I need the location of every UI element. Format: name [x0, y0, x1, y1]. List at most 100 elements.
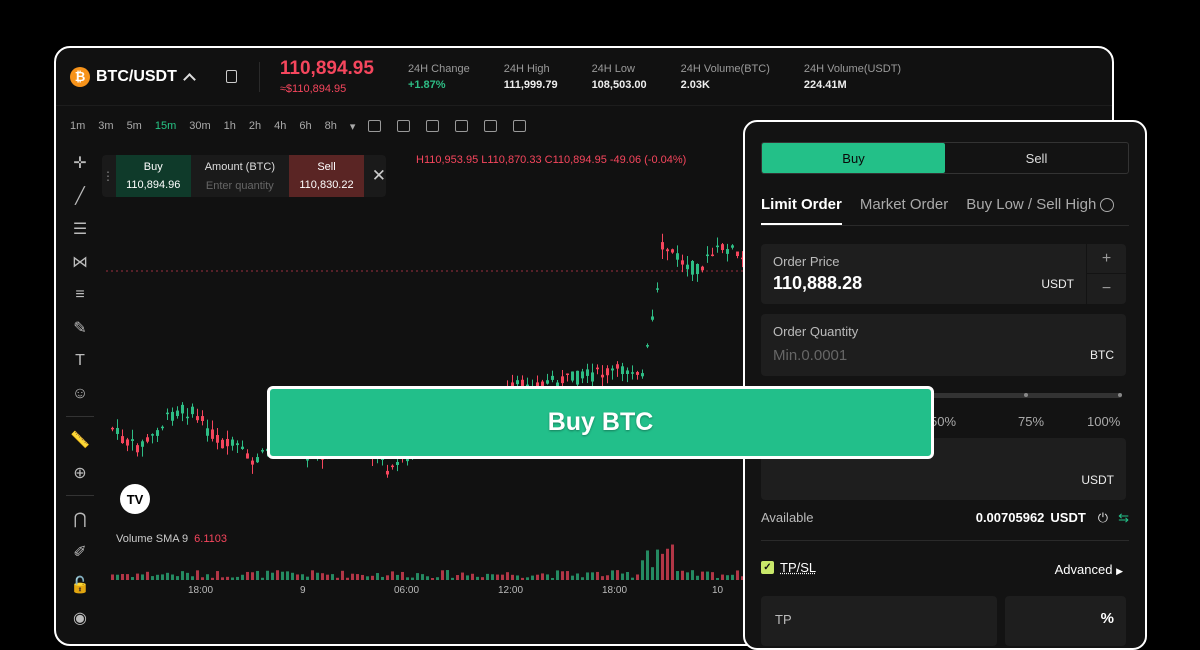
lock-icon[interactable]: 🔓 [66, 574, 94, 596]
volume-bar [216, 571, 219, 580]
trend-line-icon[interactable]: ╱ [66, 185, 94, 207]
order-price-field[interactable]: Order Price 110,888.28 USDT + − [761, 244, 1126, 304]
divider [66, 416, 94, 417]
indicators-icon[interactable] [397, 120, 411, 132]
emoji-icon[interactable]: ☺ [66, 383, 94, 405]
candle [736, 251, 739, 257]
volume-bar [136, 573, 139, 580]
text-icon[interactable]: T [66, 350, 94, 372]
interval-2h[interactable]: 2h [249, 120, 261, 132]
plus-icon[interactable]: + [1087, 244, 1126, 274]
minus-icon[interactable]: − [1087, 274, 1126, 304]
advanced-link[interactable]: Advanced ▶ [1055, 562, 1123, 577]
list-icon[interactable] [455, 120, 469, 132]
volume-bar [466, 575, 469, 580]
chevron-up-icon[interactable] [183, 72, 196, 86]
candle [636, 372, 639, 375]
volume-bar [446, 570, 449, 580]
volume-bar [716, 577, 719, 580]
refresh-icon[interactable] [513, 120, 527, 132]
volume-bar [146, 571, 149, 580]
interval-1m[interactable]: 1m [70, 120, 85, 132]
pattern-icon[interactable]: ⋈ [66, 251, 94, 273]
stat-label: 24H Volume(BTC) [680, 62, 770, 75]
copy-icon[interactable] [225, 70, 237, 83]
volume-bar [161, 574, 164, 580]
candle [226, 438, 229, 447]
pair-selector[interactable]: ₿ BTC/USDT [70, 66, 196, 87]
available-unit: USDT [1050, 510, 1086, 525]
candle [661, 242, 664, 250]
candle [196, 416, 199, 421]
eye-icon[interactable]: ◉ [66, 607, 94, 629]
tp-unit-selector[interactable]: % [1005, 596, 1126, 646]
checkbox-icon[interactable]: ✓ [761, 561, 774, 574]
x-axis-label: 10 [712, 585, 724, 596]
interval-3m[interactable]: 3m [98, 120, 113, 132]
zoom-icon[interactable]: ⊕ [66, 462, 94, 484]
pencil-lock-icon[interactable]: ✐ [66, 541, 94, 563]
transfer-icon[interactable]: ⇆ [1118, 510, 1129, 526]
sell-side-tab[interactable]: Sell [945, 143, 1128, 173]
tab-buy-low-sell-high[interactable]: Buy Low / Sell High [966, 196, 1132, 225]
interval-1h[interactable]: 1h [224, 120, 236, 132]
order-quantity-input[interactable]: Min.0.0001 [773, 347, 847, 364]
interval-dropdown-icon[interactable]: ▾ [350, 120, 356, 133]
interval-30m[interactable]: 30m [189, 120, 210, 132]
volume-bar [626, 571, 629, 580]
magnet-icon[interactable]: ⋂ [66, 508, 94, 530]
order-quantity-field[interactable]: Order Quantity Min.0.0001 BTC [761, 314, 1126, 376]
quantity-slider[interactable] [930, 393, 1122, 398]
quick-sell-button[interactable]: Sell 110,830.22 [289, 155, 364, 197]
close-icon[interactable]: ✕ [372, 166, 386, 186]
volume-bar [281, 571, 284, 580]
horizontal-lines-icon[interactable]: ☰ [66, 218, 94, 240]
tradingview-logo[interactable]: TV [120, 484, 150, 514]
candle [151, 434, 154, 436]
volume-bar [706, 571, 709, 580]
pct-75[interactable]: 75% [1018, 414, 1044, 429]
volume-bar [206, 574, 209, 580]
crosshair-icon[interactable]: ✛ [66, 152, 94, 174]
interval-5m[interactable]: 5m [127, 120, 142, 132]
slider-mark[interactable] [1118, 393, 1122, 397]
candle [561, 376, 564, 384]
order-quantity-label: Order Quantity [773, 324, 859, 339]
candle [581, 371, 584, 379]
volume-bar [596, 571, 599, 580]
volume-bar [426, 576, 429, 580]
pair-name: BTC/USDT [96, 67, 177, 85]
fib-icon[interactable]: ≡ [66, 284, 94, 306]
interval-15m[interactable]: 15m [155, 120, 176, 132]
tp-input[interactable]: TP [761, 596, 997, 646]
tpsl-toggle[interactable]: ✓ TP/SL [761, 560, 816, 575]
share-icon[interactable] [426, 120, 440, 132]
buy-side-tab[interactable]: Buy [762, 143, 945, 173]
interval-6h[interactable]: 6h [299, 120, 311, 132]
buy-btc-button[interactable]: Buy BTC [267, 386, 934, 459]
volume-bar [166, 572, 169, 580]
drag-handle-icon[interactable]: ⋮⋮ [102, 169, 126, 183]
brush-icon[interactable]: ✎ [66, 317, 94, 339]
volume-bar [131, 577, 134, 580]
interval-4h[interactable]: 4h [274, 120, 286, 132]
quick-buy-button[interactable]: Buy 110,894.96 [116, 155, 191, 197]
candle [256, 457, 259, 463]
volume-bar [231, 577, 234, 580]
pct-100[interactable]: 100% [1087, 414, 1120, 429]
slider-mark[interactable] [1024, 393, 1028, 397]
ruler-icon[interactable]: 📏 [66, 429, 94, 451]
settings-icon[interactable] [484, 120, 498, 132]
tab-limit-order[interactable]: Limit Order [761, 196, 842, 225]
volume-bar [406, 577, 409, 580]
candle-type-icon[interactable] [368, 120, 382, 132]
volume-bar [341, 570, 344, 580]
tab-market-order[interactable]: Market Order [860, 196, 948, 225]
candle [206, 428, 209, 436]
volume-bar [401, 571, 404, 580]
order-price-value[interactable]: 110,888.28 [773, 273, 862, 294]
deposit-icon[interactable]: ⏻ [1098, 510, 1108, 526]
quick-amount-input[interactable]: Amount (BTC) Enter quantity [191, 161, 290, 192]
info-icon[interactable] [1100, 198, 1115, 213]
interval-8h[interactable]: 8h [325, 120, 337, 132]
